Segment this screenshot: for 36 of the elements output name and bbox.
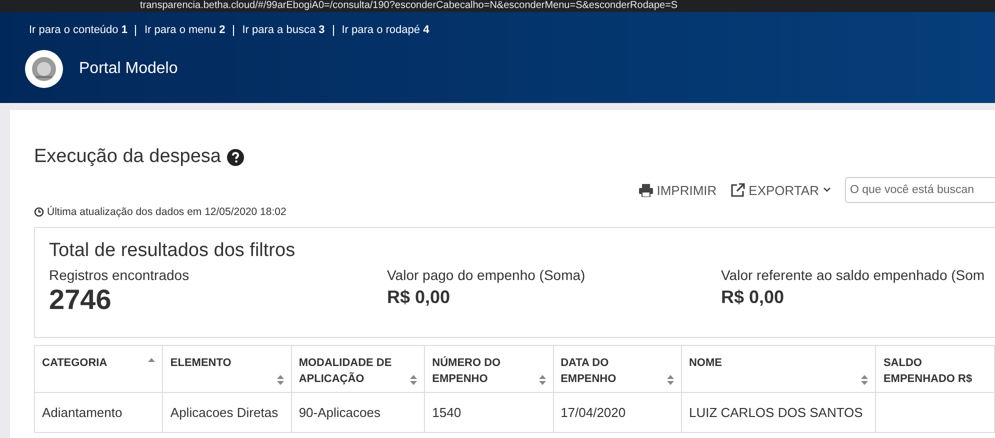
table-cell: Aplicacoes Diretas — [163, 393, 292, 433]
table-cell: 17/04/2020 — [554, 393, 682, 433]
table-cell: 1540 — [425, 393, 554, 433]
last-update-text: Última atualização dos dados em 12/05/2020 18:02 — [47, 206, 286, 218]
stat-value: R$ 0,00 — [721, 287, 786, 308]
summary-title: Total de resultados dos filtros — [49, 240, 296, 262]
skip-link[interactable]: Ir para o menu 2 — [144, 24, 226, 36]
export-button[interactable]: EXPORTAR — [730, 182, 831, 198]
column-header[interactable]: SALDO EMPENHADO R$ — [876, 345, 995, 393]
column-header[interactable]: CATEGORIA — [34, 345, 164, 393]
stat-value: 2746 — [49, 284, 112, 316]
column-header[interactable]: DATA DO EMPENHO — [554, 345, 682, 393]
help-icon[interactable] — [226, 148, 244, 166]
emblem-icon — [25, 50, 63, 88]
table-cell: Adiantamento — [34, 393, 164, 433]
printer-icon — [638, 184, 653, 196]
stat-value: R$ 0,00 — [387, 287, 452, 308]
column-header[interactable]: ELEMENTO — [163, 345, 292, 393]
print-button[interactable]: IMPRIMIR — [638, 182, 717, 198]
stat-label: Valor pago do empenho (Soma) — [387, 267, 586, 283]
stat-label: Valor referente ao saldo empenhado (Som — [721, 267, 985, 283]
clock-icon — [34, 207, 44, 217]
column-header[interactable]: NÚMERO DO EMPENHO — [425, 345, 554, 393]
skip-link[interactable]: Ir para a busca 3 — [242, 24, 325, 36]
page-title: Execução da despesa — [34, 146, 221, 168]
skip-link[interactable]: Ir para o rodapé 4 — [342, 24, 430, 36]
external-link-icon — [730, 183, 745, 197]
portal-title: Portal Modelo — [79, 60, 178, 78]
caret-icon — [823, 187, 831, 193]
stat-label: Registros encontrados — [49, 267, 190, 283]
table-cell: 90-Aplicacoes — [292, 393, 426, 433]
table-cell: LUIZ CARLOS DOS SANTOS — [682, 393, 876, 433]
search-field[interactable]: O que você está buscan — [845, 177, 995, 203]
column-header[interactable]: NOME — [682, 345, 876, 393]
skip-link[interactable]: Ir para o conteúdo 1 — [29, 24, 128, 36]
column-header[interactable]: MODALIDADE DE APLICAÇÃO — [292, 345, 426, 393]
